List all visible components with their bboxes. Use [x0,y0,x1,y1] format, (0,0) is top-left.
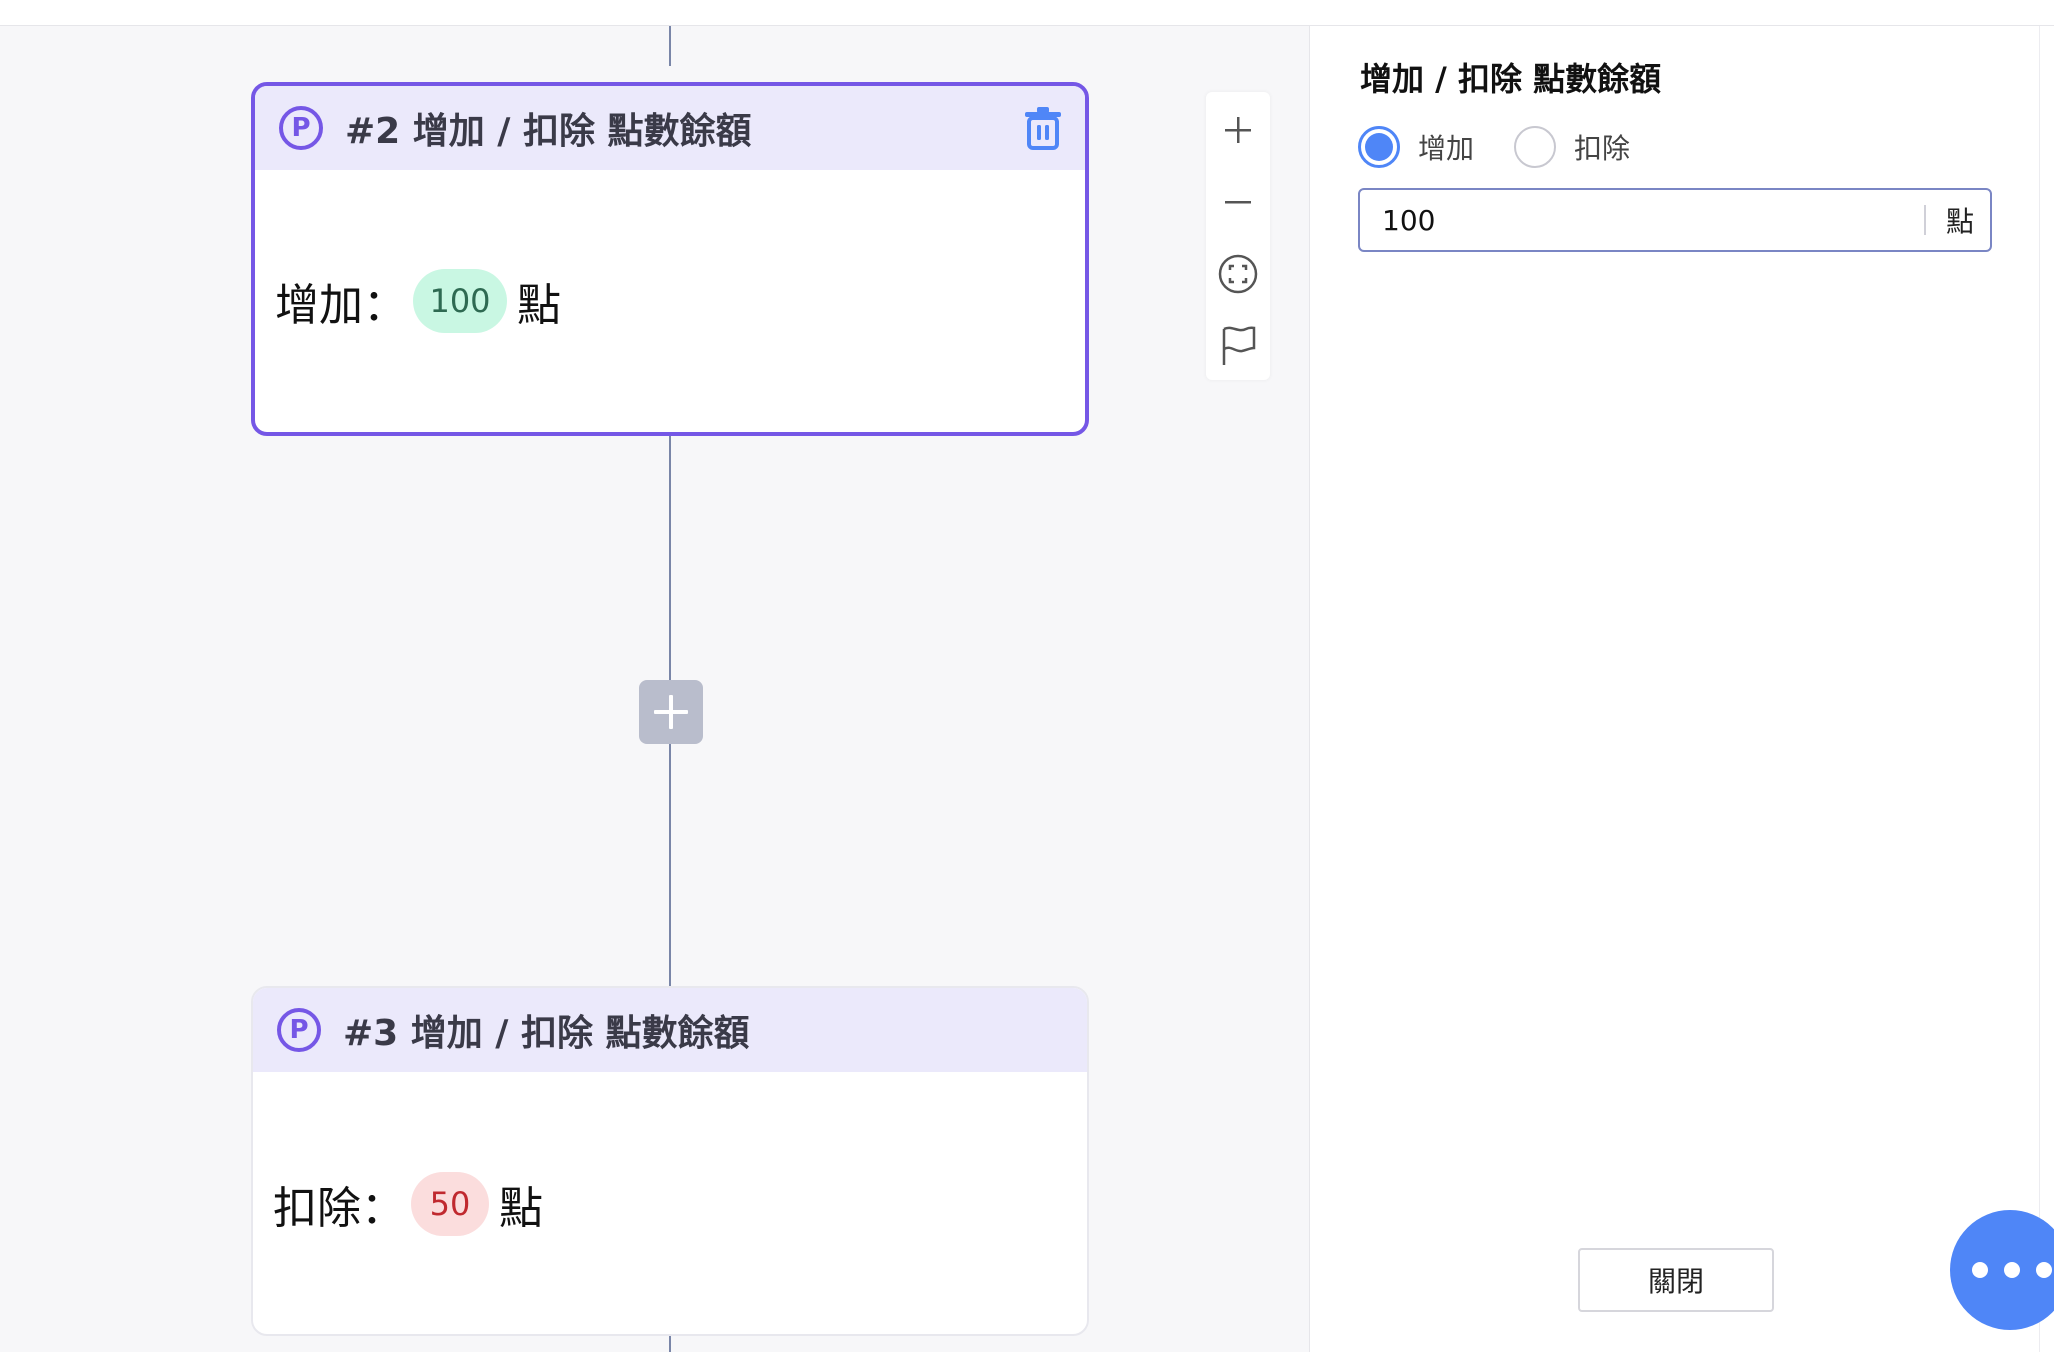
flow-canvas[interactable]: P #2 增加 / 扣除 點數餘額 增加： 100 點 P #3 增加 / 扣除 [0,26,1309,1352]
connector-line [669,744,671,1010]
connector-line [669,430,671,680]
node-title: #2 增加 / 扣除 點數餘額 [345,111,752,152]
amount-pill: 100 [413,269,507,333]
close-button[interactable]: 關閉 [1578,1248,1774,1312]
amount-input[interactable] [1360,190,1924,250]
amount-unit-addon: 點 [1923,205,1990,238]
flow-node-2[interactable]: P #2 增加 / 扣除 點數餘額 增加： 100 點 [251,82,1089,436]
p-circle-icon: P [279,106,323,150]
zoom-out-icon[interactable] [1216,180,1260,224]
top-bar [0,0,2054,26]
amount-field: 點 [1358,188,1992,252]
flow-node-3[interactable]: P #3 增加 / 扣除 點數餘額 扣除： 50 點 [251,986,1089,1336]
settings-panel: 增加 / 扣除 點數餘額 增加 扣除 點 關閉 [1309,26,2039,1352]
node-body: 增加： 100 點 [255,170,1085,432]
plus-icon [654,695,688,729]
radio-add-label[interactable]: 增加 [1418,127,1474,167]
trash-icon[interactable] [1023,106,1063,150]
amount-pill: 50 [411,1172,489,1236]
scrollbar-track[interactable] [2039,26,2054,1352]
radio-deduct[interactable] [1514,126,1557,168]
panel-title: 增加 / 扣除 點數餘額 [1360,60,1662,98]
more-dots-icon [2004,1262,2020,1278]
zoom-in-icon[interactable] [1216,108,1260,152]
fit-view-icon[interactable] [1216,252,1260,296]
operation-label: 增加： [275,280,407,331]
node-body: 扣除： 50 點 [253,1072,1087,1334]
connector-line [669,26,671,66]
node-title: #3 增加 / 扣除 點數餘額 [343,1013,750,1054]
unit-label: 點 [517,280,561,331]
add-step-button[interactable] [639,680,703,744]
node-header: P #3 增加 / 扣除 點數餘額 [253,988,1087,1072]
unit-label: 點 [499,1183,543,1234]
operation-radio-group: 增加 扣除 [1358,126,1670,168]
more-dots-icon [2036,1262,2052,1278]
flag-icon[interactable] [1216,324,1260,368]
p-circle-icon: P [277,1008,321,1052]
more-dots-icon [1972,1262,1988,1278]
operation-label: 扣除： [273,1183,405,1234]
zoom-controls [1206,92,1270,380]
radio-add[interactable] [1358,126,1400,168]
node-header: P #2 增加 / 扣除 點數餘額 [255,86,1085,170]
radio-deduct-label[interactable]: 扣除 [1574,127,1630,167]
